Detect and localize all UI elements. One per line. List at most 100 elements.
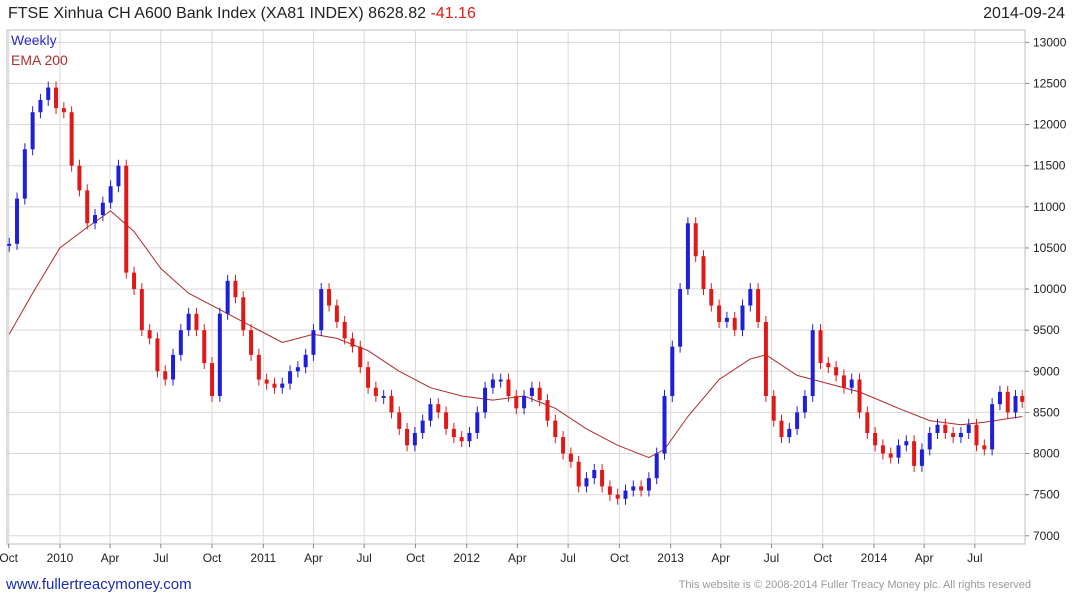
weekly-bar (85, 184, 90, 230)
site-link[interactable]: www.fullertreacymoney.com (6, 576, 192, 593)
bar-body (927, 432, 932, 450)
x-tick-label: 2011 (250, 551, 276, 565)
bar-body (7, 243, 12, 246)
bar-body (249, 330, 254, 355)
bar-body (888, 453, 893, 458)
y-tick-label: 13000 (1033, 35, 1067, 49)
bar-body (405, 428, 410, 446)
legend-weekly: Weekly (11, 32, 57, 48)
y-tick-label: 8000 (1033, 447, 1060, 461)
bar-body (912, 441, 917, 466)
bar-body (38, 99, 43, 113)
weekly-bar (22, 143, 27, 205)
bar-body (467, 432, 472, 442)
bar-body (561, 437, 566, 454)
bar-body (358, 346, 363, 368)
bar-body (631, 486, 636, 491)
bar-body (186, 313, 191, 331)
bar-body (935, 424, 940, 433)
bar-body (795, 412, 800, 429)
bar-body (873, 432, 878, 446)
bar-body (272, 383, 277, 388)
weekly-bar (763, 315, 768, 402)
weekly-bar (139, 283, 144, 337)
bar-body (342, 321, 347, 339)
bar-body (420, 420, 425, 433)
y-tick-label: 12000 (1033, 118, 1067, 132)
bar-body (311, 330, 316, 355)
bar-body (334, 305, 339, 322)
bar-body (732, 317, 737, 331)
bar-body (771, 395, 776, 421)
price-chart: 7000 7500 8000 8500 9000 9500 10000 10500 11000 1… (0, 29, 1067, 565)
bar-body (951, 432, 956, 438)
bar-body (1013, 395, 1018, 413)
bar-body (1020, 395, 1025, 402)
bar-body (436, 404, 441, 413)
bar-body (428, 404, 433, 421)
weekly-bar (756, 283, 761, 328)
bar-body (763, 321, 768, 396)
bar-body (397, 412, 402, 429)
bar-body (623, 490, 628, 499)
bar-body (303, 354, 308, 368)
weekly-bar (670, 340, 675, 402)
bar-body (709, 289, 714, 306)
bar-body (22, 149, 27, 199)
bar-body (54, 87, 59, 109)
bar-body (639, 486, 644, 491)
bar-body (740, 305, 745, 331)
bar-body (116, 165, 121, 187)
legend-ema-200: EMA 200 (11, 52, 68, 68)
x-tick-label: Jul (356, 551, 371, 565)
bar-body (451, 428, 456, 438)
bar-body (475, 412, 480, 433)
bar-body (896, 445, 901, 458)
x-axis-ticks: Oct 2010 Apr Jul Oct 2011 Apr Jul Oct 2012 Apr Jul O… (0, 544, 983, 565)
bar-body (529, 387, 534, 396)
weekly-bar (202, 324, 207, 370)
y-tick-label: 10500 (1033, 241, 1067, 255)
weekly-bar (990, 398, 995, 456)
bar-body (615, 494, 620, 499)
weekly-bar (217, 307, 222, 402)
y-axis-ticks: 7000 7500 8000 8500 9000 9500 10000 10500 11000 1… (1025, 35, 1067, 543)
weekly-bar (693, 217, 698, 263)
bar-body (787, 428, 792, 438)
y-tick-label: 11500 (1033, 159, 1066, 173)
x-tick-label: Apr (915, 551, 934, 565)
bar-body (280, 383, 285, 388)
bar-body (576, 461, 581, 487)
bar-body (498, 379, 503, 382)
bar-body (444, 412, 449, 429)
bar-body (919, 449, 924, 466)
bar-body (61, 108, 66, 113)
bar-body (225, 280, 230, 314)
bar-body (155, 338, 160, 372)
y-tick-label: 9000 (1033, 364, 1060, 378)
y-tick-label: 12500 (1033, 76, 1067, 90)
bar-body (319, 289, 324, 331)
y-tick-label: 7000 (1033, 529, 1060, 543)
bar-body (592, 469, 597, 479)
bar-body (693, 223, 698, 257)
x-tick-label: Apr (711, 551, 730, 565)
x-tick-label: Oct (406, 551, 425, 565)
bar-body (568, 453, 573, 462)
weekly-bar (857, 373, 862, 419)
x-tick-label: Apr (508, 551, 527, 565)
weekly-bar (662, 389, 667, 460)
bar-body (943, 424, 948, 433)
bar-body (241, 297, 246, 331)
bar-body (724, 317, 729, 322)
bar-body (327, 289, 332, 306)
x-tick-label: Jul (764, 551, 779, 565)
weekly-bar (241, 291, 246, 337)
y-tick-label: 7500 (1033, 488, 1060, 502)
bar-body (1005, 391, 1010, 413)
bar-body (295, 367, 300, 372)
bar-body (139, 289, 144, 331)
bar-body (522, 395, 527, 409)
bar-body (904, 441, 909, 446)
bar-body (607, 486, 612, 495)
